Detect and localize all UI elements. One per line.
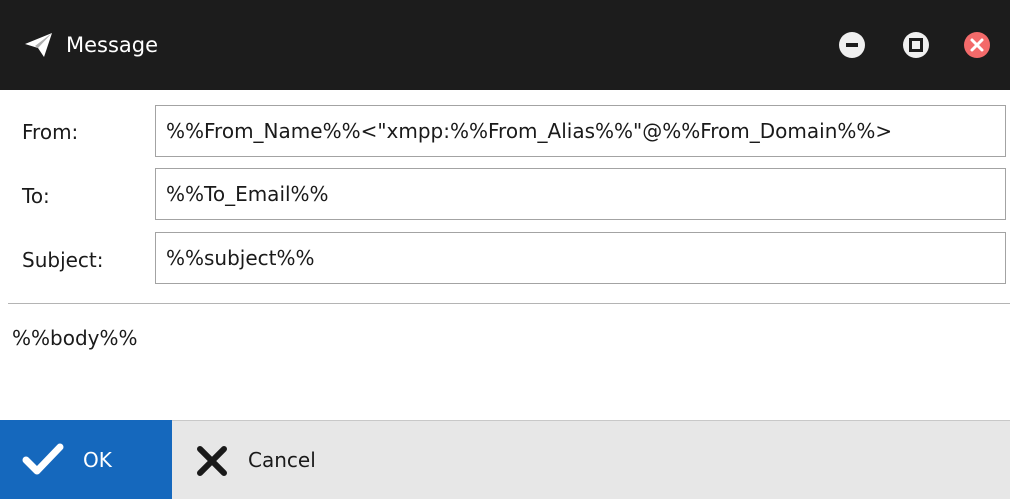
maximize-button[interactable]: [903, 32, 929, 58]
title-bar: Message: [0, 0, 1010, 90]
subject-field[interactable]: %%subject%%: [155, 232, 1006, 284]
from-field[interactable]: %%From_Name%%<"xmpp:%%From_Alias%%"@%%Fr…: [155, 105, 1006, 157]
paper-plane-icon: [24, 32, 54, 58]
from-label: From:: [22, 120, 79, 144]
maximize-icon: [909, 38, 923, 52]
subject-label: Subject:: [22, 248, 104, 272]
close-button[interactable]: [964, 32, 990, 58]
message-window: Message From: %%From_Name%%<"xmpp:%%From…: [0, 0, 1010, 499]
ok-label: OK: [83, 448, 112, 472]
divider: [8, 303, 1010, 304]
cancel-label: Cancel: [248, 448, 316, 472]
message-body[interactable]: %%body%%: [12, 323, 137, 353]
to-label: To:: [22, 184, 50, 208]
minimize-button[interactable]: [839, 32, 865, 58]
ok-button[interactable]: OK: [0, 420, 172, 499]
close-icon: [970, 38, 984, 52]
cancel-button[interactable]: Cancel: [172, 421, 372, 499]
x-icon: [194, 443, 230, 483]
checkmark-icon: [22, 442, 64, 482]
window-title: Message: [66, 33, 159, 57]
to-field[interactable]: %%To_Email%%: [155, 168, 1006, 220]
minimize-icon: [846, 43, 858, 47]
